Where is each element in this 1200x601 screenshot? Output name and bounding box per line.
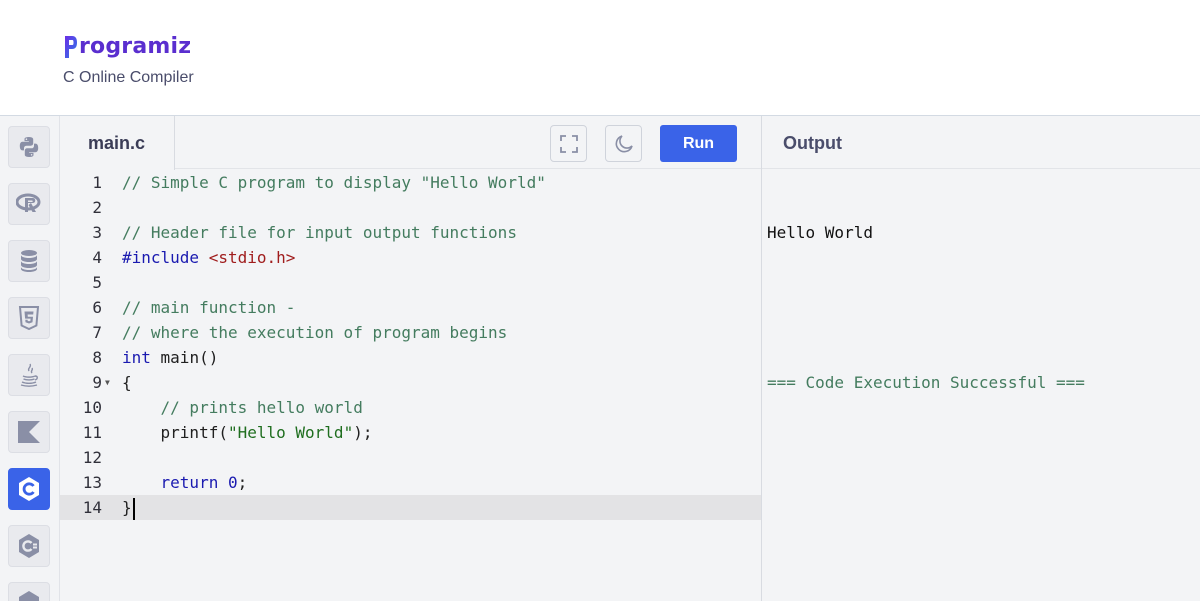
logo-mark-icon [65, 36, 77, 58]
run-button[interactable]: Run [660, 125, 737, 162]
line-number: 5 [92, 273, 102, 292]
sidebar-item-c[interactable] [8, 468, 50, 510]
logo-text: rogramiz [79, 33, 192, 59]
output-line: Hello World [767, 223, 873, 242]
kotlin-icon [18, 421, 40, 443]
line-number: 11 [82, 423, 102, 442]
code-text: { [122, 373, 132, 392]
code-text: // Simple C program to display "Hello Wo… [122, 173, 546, 192]
java-icon [20, 363, 38, 387]
code-text: printf("Hello World"); [122, 423, 373, 442]
code-line: 8 int main() [60, 345, 761, 370]
code-line: 3 // Header file for input output functi… [60, 220, 761, 245]
code-text: // Header file for input output function… [122, 223, 517, 242]
line-number: 14 [82, 498, 102, 517]
code-line: 9 ▼ { [60, 370, 761, 395]
code-line: 12 [60, 445, 761, 470]
line-number: 4 [92, 248, 102, 267]
fullscreen-button[interactable] [550, 125, 587, 162]
code-area[interactable]: 1 // Simple C program to display "Hello … [60, 170, 761, 601]
c-icon [19, 477, 39, 501]
line-number: 2 [92, 198, 102, 217]
editor-toolbar: main.c Run [60, 116, 761, 170]
language-sidebar [0, 116, 60, 601]
tab-main-c[interactable]: main.c [60, 116, 175, 170]
moon-icon [615, 134, 633, 152]
fold-arrow-icon[interactable]: ▼ [105, 370, 110, 395]
sidebar-item-kotlin[interactable] [8, 411, 50, 453]
line-number: 8 [92, 348, 102, 367]
code-editor-panel: main.c Run 1 // Simple C program to disp… [60, 116, 761, 601]
sidebar-item-sql[interactable] [8, 240, 50, 282]
r-icon [16, 193, 41, 212]
dark-mode-button[interactable] [605, 125, 642, 162]
output-console[interactable]: Hello World === Code Execution Successfu… [767, 170, 1085, 445]
line-number: 1 [92, 173, 102, 192]
csharp-icon [19, 534, 39, 558]
code-line-active: 14 } [60, 495, 761, 520]
output-title: Output [762, 116, 1200, 169]
code-line: 7 // where the execution of program begi… [60, 320, 761, 345]
line-number: 6 [92, 298, 102, 317]
code-text: #include <stdio.h> [122, 245, 295, 270]
sidebar-item-csharp[interactable] [8, 525, 50, 567]
code-line: 13 return 0; [60, 470, 761, 495]
execution-status: === Code Execution Successful === [767, 373, 1085, 392]
code-text: // where the execution of program begins [122, 323, 508, 342]
output-panel: Output Hello World === Code Execution Su… [761, 116, 1200, 601]
closing-brace: } [122, 498, 132, 517]
fullscreen-icon [559, 134, 578, 153]
html5-icon [18, 306, 40, 330]
site-header: rogramiz C Online Compiler [0, 0, 1200, 116]
code-line: 10 // prints hello world [60, 395, 761, 420]
programiz-logo[interactable]: rogramiz [64, 28, 191, 64]
code-text: return 0; [160, 473, 248, 492]
database-icon [21, 250, 37, 272]
code-text: int main() [122, 348, 219, 367]
sidebar-item-python[interactable] [8, 126, 50, 168]
code-line: 5 [60, 270, 761, 295]
keyword: return [160, 473, 219, 492]
line-number: 7 [92, 323, 102, 342]
cpp-icon [19, 591, 39, 601]
keyword: int [122, 348, 151, 367]
code-line: 4 #include <stdio.h> [60, 245, 761, 270]
line-number: 10 [82, 398, 102, 417]
line-number: 3 [92, 223, 102, 242]
header-name: <stdio.h> [208, 248, 296, 267]
line-number: 12 [82, 448, 102, 467]
code-text: // prints hello world [122, 398, 363, 417]
sidebar-item-java[interactable] [8, 354, 50, 396]
code-text: // main function - [122, 298, 296, 317]
code-line: 2 [60, 195, 761, 220]
code-line: 11 printf("Hello World"); [60, 420, 761, 445]
sidebar-item-r[interactable] [8, 183, 50, 225]
sidebar-item-html[interactable] [8, 297, 50, 339]
sidebar-item-cpp[interactable] [8, 582, 50, 601]
code-text: } [122, 495, 135, 520]
code-line: 1 // Simple C program to display "Hello … [60, 170, 761, 195]
include-directive: #include [122, 248, 200, 267]
code-line: 6 // main function - [60, 295, 761, 320]
line-number: 13 [82, 473, 102, 492]
text-cursor [132, 497, 135, 520]
page-subtitle: C Online Compiler [63, 69, 194, 86]
line-number: 9 [92, 373, 102, 392]
number-literal: 0 [227, 473, 238, 492]
python-icon [19, 137, 39, 157]
string-literal: "Hello World" [227, 423, 354, 442]
